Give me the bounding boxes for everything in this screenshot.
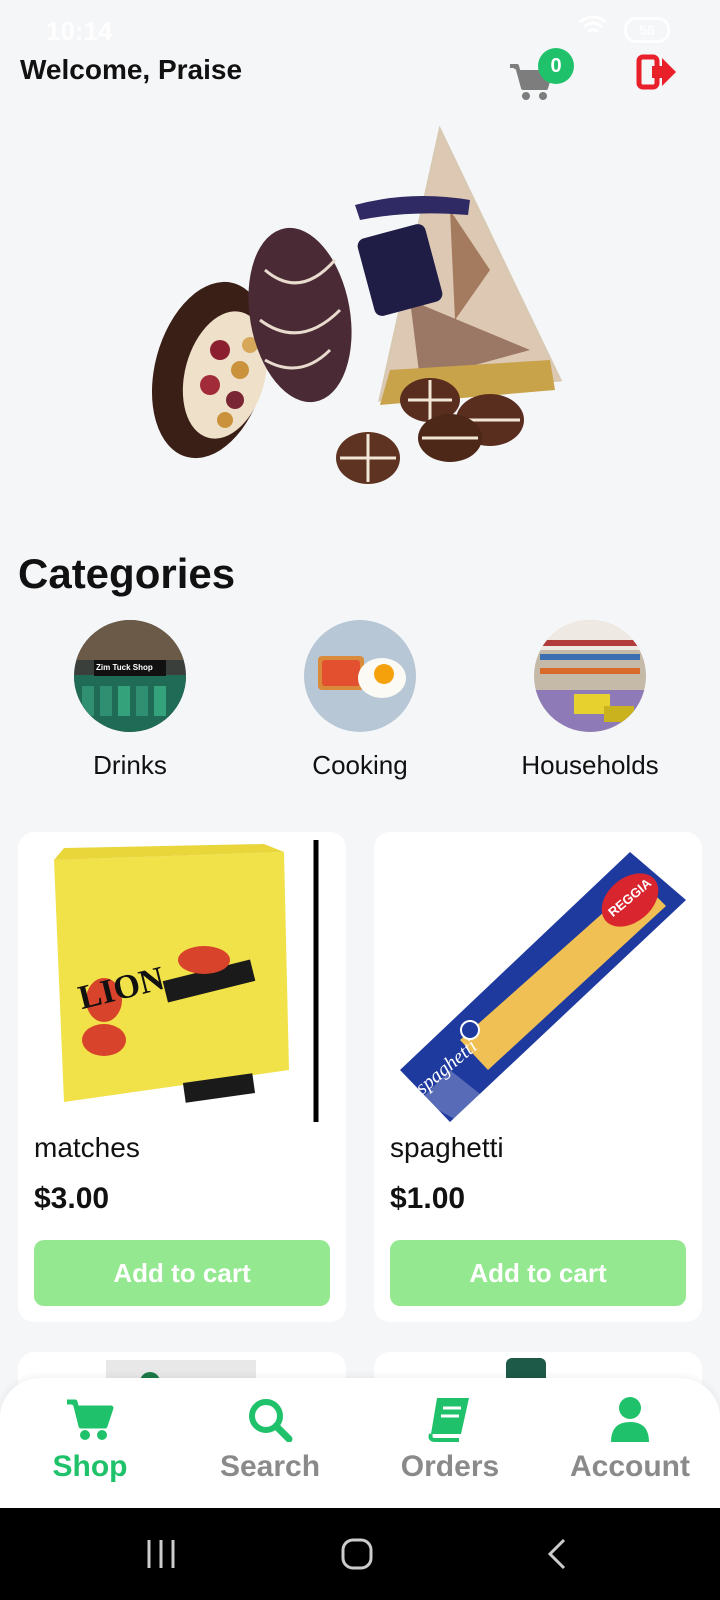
product-name: matches [34,1132,140,1163]
user-icon [605,1396,655,1442]
category-households-label: Households [521,750,659,780]
back-icon [547,1538,566,1570]
product-card-spaghetti[interactable]: REGGIA spaghetti spaghetti $1.00 Add to … [374,832,702,1322]
nav-account-label: Account [570,1450,690,1483]
cart-count-badge: 0 [538,48,574,84]
welcome-text: Welcome, Praise [20,54,243,85]
category-cooking-image [304,620,416,732]
nav-account[interactable]: Account [540,1396,720,1484]
bottom-nav: Shop Search Orders Account [0,1378,720,1508]
product-price: $3.00 [34,1182,110,1215]
category-drinks-sign: Zim Tuck Shop [96,663,153,672]
product-card-matches[interactable]: LION matches $3.00 Add to cart [18,832,346,1322]
recents-button[interactable] [146,1536,176,1572]
battery-icon: 58 [624,16,670,43]
category-cooking[interactable]: Cooking [260,620,460,781]
categories-row: Zim Tuck Shop Drinks Cooking Households [0,620,720,790]
product-name: spaghetti [390,1132,504,1163]
battery-level: 58 [639,21,655,38]
book-icon [425,1396,475,1442]
back-button[interactable] [544,1536,568,1572]
category-drinks-image: Zim Tuck Shop [74,620,186,732]
nav-orders-label: Orders [400,1450,500,1483]
recents-icon [147,1540,175,1568]
nav-orders[interactable]: Orders [360,1396,540,1484]
nav-shop-label: Shop [52,1450,128,1483]
hero-banner-image[interactable] [150,120,580,510]
add-to-cart-button[interactable]: Add to cart [390,1240,686,1306]
categories-heading: Categories [18,550,236,597]
nav-search-label: Search [219,1450,321,1483]
app-header: Welcome, Praise 0 [0,40,720,110]
nav-search[interactable]: Search [180,1396,360,1484]
category-drinks-label: Drinks [93,750,167,780]
category-households-image [534,620,646,732]
product-price: $1.00 [390,1182,466,1215]
home-icon [341,1538,373,1570]
category-cooking-label: Cooking [312,750,408,780]
nav-shop[interactable]: Shop [0,1396,180,1484]
home-button[interactable] [340,1536,374,1572]
search-icon [245,1396,295,1443]
cart-icon [65,1396,115,1442]
logout-icon [636,54,676,90]
category-households[interactable]: Households [490,620,690,781]
cart-button[interactable]: 0 [508,48,574,102]
product-image-matches: LION [34,840,330,1122]
add-to-cart-button[interactable]: Add to cart [34,1240,330,1306]
logout-button[interactable] [636,52,680,92]
category-drinks[interactable]: Zim Tuck Shop Drinks [30,620,230,781]
product-image-spaghetti: REGGIA spaghetti [390,840,686,1122]
system-nav-bar [0,1508,720,1600]
